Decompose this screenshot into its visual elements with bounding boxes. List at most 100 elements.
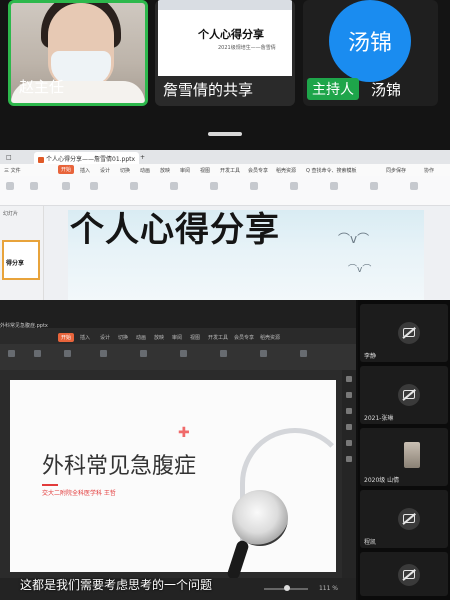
participant-column: 李静 2021-张琳 2020级 山倩 程凯 [358,300,450,600]
camera-off-icon [398,384,420,406]
new-tab-button[interactable]: + [136,152,149,164]
menu-design[interactable]: 设计 [100,167,110,174]
menu-review[interactable]: 审阅 [180,167,190,174]
tab-document[interactable]: 外科常见急腹症.pptx [0,322,48,329]
menu-resources[interactable]: 稻壳资源 [276,167,296,174]
menu-slideshow[interactable]: 放映 [154,334,164,341]
layout-icon[interactable] [62,182,70,190]
tab-bar: □ 个人心得分享——詹雪倩01.pptx + [0,150,450,164]
slide-title: 外科常见急腹症 [42,454,197,479]
participant-tile[interactable]: 李静 [360,304,448,362]
arrange-icon[interactable] [300,350,307,357]
tool-icon[interactable] [346,456,352,462]
shape-icon[interactable] [290,182,298,190]
command-search[interactable]: Q 查找命令、搜索模板 [306,167,357,174]
plus-icon: ✚ [178,425,190,441]
thumbnail-slide-subtitle: 2021级规培生——詹雪倩 [218,45,276,51]
menu-animation[interactable]: 动画 [136,334,146,341]
menu-insert[interactable]: 插入 [80,334,90,341]
slide-panel-label: 幻灯片 [3,211,19,217]
textbox-icon[interactable] [220,350,227,357]
menu-dev-tools[interactable]: 开发工具 [208,334,228,341]
menu-review[interactable]: 审阅 [172,334,182,341]
avatar: 汤锦 [329,0,411,82]
menu-transition[interactable]: 切换 [120,167,130,174]
reset-icon[interactable] [90,182,98,190]
tab-document[interactable]: 个人心得分享——詹雪倩01.pptx [34,152,140,164]
align-icon[interactable] [180,350,187,357]
participant-tile[interactable]: 2021-张琳 [360,366,448,424]
menu-member[interactable]: 会员专享 [234,334,254,341]
tab-document-label: 个人心得分享——詹雪倩01.pptx [46,156,136,163]
menu-insert[interactable]: 插入 [80,167,90,174]
participant-video [404,442,420,468]
paste-icon[interactable] [8,350,15,357]
menu-view[interactable]: 视图 [190,334,200,341]
new-slide-icon[interactable] [30,182,38,190]
collab-button[interactable]: 协作 [424,167,434,174]
participant-name: 2021-张琳 [364,415,394,422]
zoom-slider-knob[interactable] [284,585,290,591]
host-badge: 主持人 [307,78,359,100]
menu-home[interactable]: 开始 [58,165,75,174]
textbox-icon[interactable] [250,182,258,190]
bold-icon[interactable] [140,350,147,357]
menu-bar: 三 文件 开始 插入 设计 切换 动画 放映 审阅 视图 开发工具 会员专享 稻… [0,164,450,176]
shared-screen-wps: □ 个人心得分享——詹雪倩01.pptx + 三 文件 开始 插入 设计 切换 … [0,150,450,300]
camera-off-icon [398,508,420,530]
menu-transition[interactable]: 切换 [118,334,128,341]
align-icon[interactable] [210,182,218,190]
title-underline [42,484,58,486]
sync-save-button[interactable]: 同步保存 [386,167,406,174]
menu-resources[interactable]: 稻壳资源 [260,334,280,341]
video-tile-screen-share[interactable]: 个人心得分享 2021级规培生——詹雪倩 詹雪倩的共享 [155,0,295,106]
drag-handle[interactable] [208,132,242,136]
thumbnail-toolbar [158,0,292,10]
bold-icon[interactable] [170,182,178,190]
menu-file[interactable]: 三 文件 [4,167,21,174]
paste-icon[interactable] [6,182,14,190]
shape-icon[interactable] [260,350,267,357]
bird-icon: ⌒v⌒ [348,265,372,275]
slide-subtitle: 交大二附院全科医学科 王哲 [42,490,116,497]
tab-home[interactable]: □ [2,152,16,164]
menu-home[interactable]: 开始 [58,333,75,342]
participant-name: 2020级 山倩 [364,477,400,484]
live-caption: 这都是我们需要考虑思考的一个问题 [20,578,213,592]
tool-icon[interactable] [346,408,352,414]
video-strip: 赵主任 个人心得分享 2021级规培生——詹雪倩 詹雪倩的共享 汤锦 主持人 汤… [0,0,450,150]
share-name: 詹雪倩的共享 [163,81,254,99]
slide-thumbnail-1[interactable]: 得分享 [2,240,40,280]
participant-tile[interactable]: 程凯 [360,490,448,548]
menu-dev-tools[interactable]: 开发工具 [220,167,240,174]
slide-panel: 幻灯片 得分享 [0,206,44,300]
shared-screen-thumbnail: 个人心得分享 2021级规培生——詹雪倩 [158,0,292,76]
arrange-icon[interactable] [330,182,338,190]
video-tile-host[interactable]: 汤锦 主持人 汤锦 [303,0,438,106]
slide-canvas[interactable]: ✚ 外科常见急腹症 交大二附院全科医学科 王哲 [10,380,350,581]
participant-tile[interactable] [360,552,448,596]
layout-icon[interactable] [64,350,71,357]
menu-member[interactable]: 会员专享 [248,167,268,174]
menu-view[interactable]: 视图 [200,167,210,174]
tool-icon[interactable] [346,376,352,382]
font-icon[interactable] [130,182,138,190]
font-icon[interactable] [100,350,107,357]
bird-icon: ⌒v⌒ [338,232,370,246]
video-tile-speaker[interactable]: 赵主任 [8,0,148,106]
find-icon[interactable] [370,182,378,190]
menu-animation[interactable]: 动画 [140,167,150,174]
participant-name: 赵主任 [19,78,65,96]
menu-design[interactable]: 设计 [100,334,110,341]
tool-icon[interactable] [346,440,352,446]
stethoscope-hose [226,539,250,581]
thumbnail-text: 得分享 [6,260,25,267]
ppt-icon [38,156,44,163]
participant-tile[interactable]: 2020级 山倩 [360,428,448,486]
select-icon[interactable] [410,182,418,190]
menu-slideshow[interactable]: 放映 [160,167,170,174]
tool-icon[interactable] [346,424,352,430]
participant-name: 汤锦 [371,81,402,99]
new-slide-icon[interactable] [34,350,41,357]
tool-icon[interactable] [346,392,352,398]
